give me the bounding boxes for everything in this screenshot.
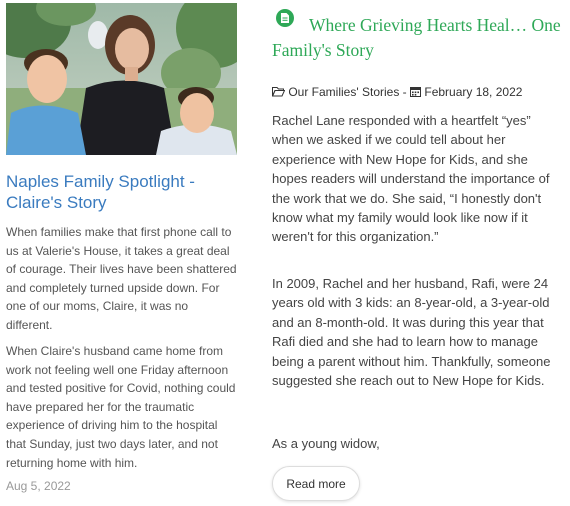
- post-title[interactable]: Where Grieving Hearts Heal… One Family's…: [272, 13, 562, 63]
- post-excerpt-paragraph: When Claire's husband came home from wor…: [6, 344, 236, 470]
- family-photo[interactable]: [6, 3, 237, 155]
- meta-separator: -: [402, 85, 407, 99]
- post-excerpt-paragraph: As a young widow,: [272, 436, 380, 451]
- folder-icon: [271, 86, 286, 100]
- read-more-button[interactable]: Read more: [272, 466, 360, 501]
- calendar-icon: [410, 86, 422, 100]
- post-meta: Our Families' Stories - February 18, 202…: [271, 85, 564, 100]
- post-title[interactable]: Naples Family Spotlight - Claire's Story: [6, 171, 237, 213]
- post-date: Aug 5, 2022: [6, 479, 71, 493]
- post-excerpt-paragraph: In 2009, Rachel and her husband, Rafi, w…: [272, 276, 551, 389]
- right-post-card: Where Grieving Hearts Heal… One Family's…: [271, 0, 564, 506]
- post-category-link[interactable]: Our Families' Stories: [288, 85, 399, 99]
- post-excerpt-paragraph: When families make that first phone call…: [6, 225, 237, 332]
- post-date: February 18, 2022: [424, 85, 523, 99]
- left-post-card: Naples Family Spotlight - Claire's Story…: [6, 0, 237, 506]
- post-excerpt-paragraph: Rachel Lane responded with a heartfelt “…: [272, 113, 550, 245]
